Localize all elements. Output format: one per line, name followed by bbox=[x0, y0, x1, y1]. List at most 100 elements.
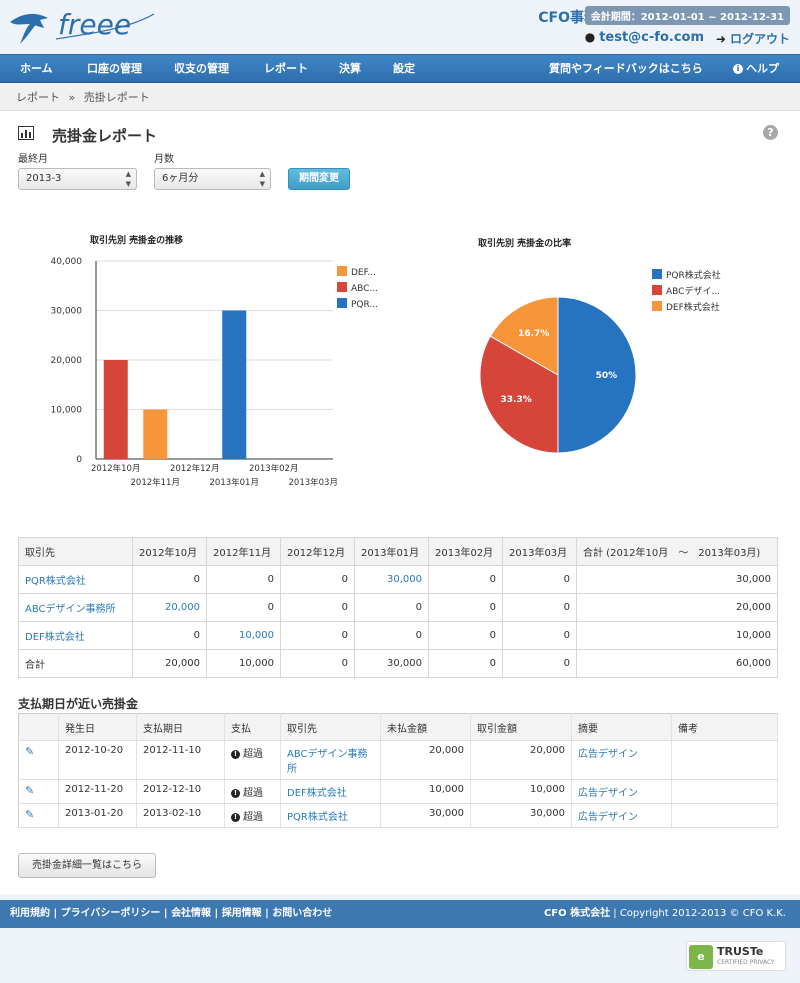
nav-home[interactable]: ホーム bbox=[20, 55, 53, 83]
partner-link[interactable]: DEF株式会社 bbox=[280, 779, 381, 804]
partner-link[interactable]: ABCデザイン事務所 bbox=[280, 740, 381, 780]
payment-status: ! 超過 bbox=[224, 803, 281, 828]
months-select[interactable]: 6ヶ月分 ▲ ▼ bbox=[154, 168, 271, 190]
bar[interactable] bbox=[222, 310, 247, 460]
row-total: 10,000 bbox=[576, 621, 778, 650]
truste-title: TRUSTe bbox=[717, 945, 764, 958]
transaction-amount: 10,000 bbox=[470, 779, 572, 804]
partner-link[interactable]: DEF株式会社 bbox=[18, 621, 133, 650]
due-date: 2012-12-10 bbox=[136, 779, 225, 804]
status-text: 超過 bbox=[243, 788, 263, 799]
bar-chart-icon bbox=[18, 126, 34, 140]
due-date: 2012-11-10 bbox=[136, 740, 225, 780]
footer-link-terms[interactable]: 利用規約 bbox=[10, 908, 50, 919]
breadcrumb: レポート » 売掛レポート bbox=[0, 84, 800, 111]
due-receivables-table: 発生日 支払期日 支払 取引先 未払金額 取引金額 摘要 備考 ✎ 2012-10… bbox=[18, 713, 778, 828]
freee-logo[interactable]: freee bbox=[6, 4, 156, 53]
column-header: 2013年02月 bbox=[428, 537, 503, 566]
amount-cell: 0 bbox=[206, 593, 281, 622]
footer-company[interactable]: CFO 株式会社 bbox=[544, 908, 610, 919]
legend-label: ABC... bbox=[351, 284, 378, 294]
edit-cell[interactable]: ✎ bbox=[18, 779, 59, 804]
memo-link[interactable]: 広告デザイン bbox=[571, 803, 672, 828]
top-header: freee CFO事務所 会計期間：2012-01-01 ~ 2012-12-3… bbox=[0, 0, 800, 54]
column-header: 2012年10月 bbox=[132, 537, 207, 566]
nav-accounts[interactable]: 口座の管理 bbox=[87, 55, 142, 83]
column-header: 2012年12月 bbox=[280, 537, 355, 566]
amount-cell: 0 bbox=[428, 621, 503, 650]
issue-date: 2012-11-20 bbox=[58, 779, 137, 804]
y-tick-label: 10,000 bbox=[51, 406, 83, 416]
issue-date: 2013-01-20 bbox=[58, 803, 137, 828]
fiscal-period-badge: 会計期間：2012-01-01 ~ 2012-12-31 bbox=[584, 6, 790, 25]
footer-link-company[interactable]: 会社情報 bbox=[171, 908, 211, 919]
column-header: 2013年03月 bbox=[502, 537, 577, 566]
amount-link[interactable]: 10,000 bbox=[206, 621, 281, 650]
column-header: 支払期日 bbox=[136, 713, 225, 741]
amount-cell: 0 bbox=[132, 621, 207, 650]
question-icon[interactable]: ? bbox=[763, 125, 778, 140]
due-receivables-title: 支払期日が近い売掛金 bbox=[18, 697, 139, 711]
truste-badge[interactable]: e TRUSTe CERTIFIED PRIVACY bbox=[686, 941, 786, 971]
table-header-row: 発生日 支払期日 支払 取引先 未払金額 取引金額 摘要 備考 bbox=[18, 713, 778, 741]
total-label: 合計 bbox=[18, 649, 133, 678]
breadcrumb-reports[interactable]: レポート bbox=[16, 91, 60, 104]
user-email-link[interactable]: ● test@c-fo.com bbox=[585, 30, 704, 45]
table-header-row: 取引先 2012年10月 2012年11月 2012年12月 2013年01月 … bbox=[18, 537, 778, 566]
edit-cell[interactable]: ✎ bbox=[18, 803, 59, 828]
column-header bbox=[18, 713, 59, 741]
pencil-icon[interactable]: ✎ bbox=[25, 808, 34, 821]
amount-cell: 0 bbox=[502, 621, 577, 650]
payment-status: ! 超過 bbox=[224, 779, 281, 804]
amount-cell: 0 bbox=[354, 621, 429, 650]
amount-link[interactable]: 30,000 bbox=[354, 565, 429, 594]
main-nav: ホーム 口座の管理 収支の管理 レポート 決算 設定 質問やフィードバックはこち… bbox=[0, 54, 800, 83]
nav-reports[interactable]: レポート bbox=[264, 55, 308, 83]
column-header: 取引先 bbox=[280, 713, 381, 741]
legend-swatch bbox=[337, 282, 347, 292]
last-month-label: 最終月 bbox=[18, 154, 48, 165]
partner-link[interactable]: ABCデザイン事務所 bbox=[18, 593, 133, 622]
note-cell bbox=[671, 779, 778, 804]
exclamation-icon: ! bbox=[231, 812, 240, 822]
months-label: 月数 bbox=[154, 154, 174, 165]
footer-link-contact[interactable]: お問い合わせ bbox=[272, 908, 332, 919]
pencil-icon[interactable]: ✎ bbox=[25, 784, 34, 797]
amount-cell: 0 bbox=[280, 593, 355, 622]
issue-date: 2012-10-20 bbox=[58, 740, 137, 780]
x-tick-label: 2013年02月 bbox=[249, 463, 298, 474]
amount-cell: 20,000 bbox=[132, 649, 207, 678]
nav-feedback[interactable]: 質問やフィードバックはこちら bbox=[549, 55, 703, 83]
bar[interactable] bbox=[143, 409, 168, 460]
info-icon: i bbox=[733, 64, 743, 74]
y-tick-label: 30,000 bbox=[51, 307, 83, 317]
last-month-select[interactable]: 2013-3 ▲ ▼ bbox=[18, 168, 137, 190]
change-period-button[interactable]: 期間変更 bbox=[288, 168, 350, 190]
receivables-detail-button[interactable]: 売掛金詳細一覧はこちら bbox=[18, 853, 156, 878]
nav-closing[interactable]: 決算 bbox=[339, 55, 361, 83]
partner-link[interactable]: PQR株式会社 bbox=[18, 565, 133, 594]
bar[interactable] bbox=[103, 360, 128, 459]
copyright-text: Copyright 2012-2013 © CFO K.K. bbox=[619, 908, 786, 919]
nav-transactions[interactable]: 収支の管理 bbox=[174, 55, 229, 83]
memo-link[interactable]: 広告デザイン bbox=[571, 740, 672, 780]
legend-label: PQR株式会社 bbox=[666, 269, 721, 281]
exclamation-icon: ! bbox=[231, 749, 240, 759]
logout-link[interactable]: ➜ ログアウト bbox=[716, 30, 790, 47]
swallow-logo-icon bbox=[10, 13, 48, 44]
logout-icon: ➜ bbox=[715, 32, 726, 46]
amount-cell: 10,000 bbox=[206, 649, 281, 678]
pencil-icon[interactable]: ✎ bbox=[25, 745, 34, 758]
footer-copyright: CFO 株式会社 | Copyright 2012-2013 © CFO K.K… bbox=[543, 908, 786, 919]
nav-help[interactable]: i ヘルプ bbox=[733, 55, 779, 83]
footer-link-privacy[interactable]: プライバシーポリシー bbox=[61, 908, 161, 919]
partner-link[interactable]: PQR株式会社 bbox=[280, 803, 381, 828]
nav-settings[interactable]: 設定 bbox=[393, 55, 415, 83]
table-row: ✎ 2012-11-20 2012-12-10! 超過 DEF株式会社 10,000 10,… bbox=[18, 779, 778, 804]
table-row: ✎ 2013-01-20 2013-02-10! 超過 PQR株式会社 30,000 30,… bbox=[18, 803, 778, 828]
edit-cell[interactable]: ✎ bbox=[18, 740, 59, 780]
amount-link[interactable]: 20,000 bbox=[132, 593, 207, 622]
memo-link[interactable]: 広告デザイン bbox=[571, 779, 672, 804]
footer-link-careers[interactable]: 採用情報 bbox=[222, 908, 262, 919]
y-tick-label: 0 bbox=[76, 455, 82, 465]
